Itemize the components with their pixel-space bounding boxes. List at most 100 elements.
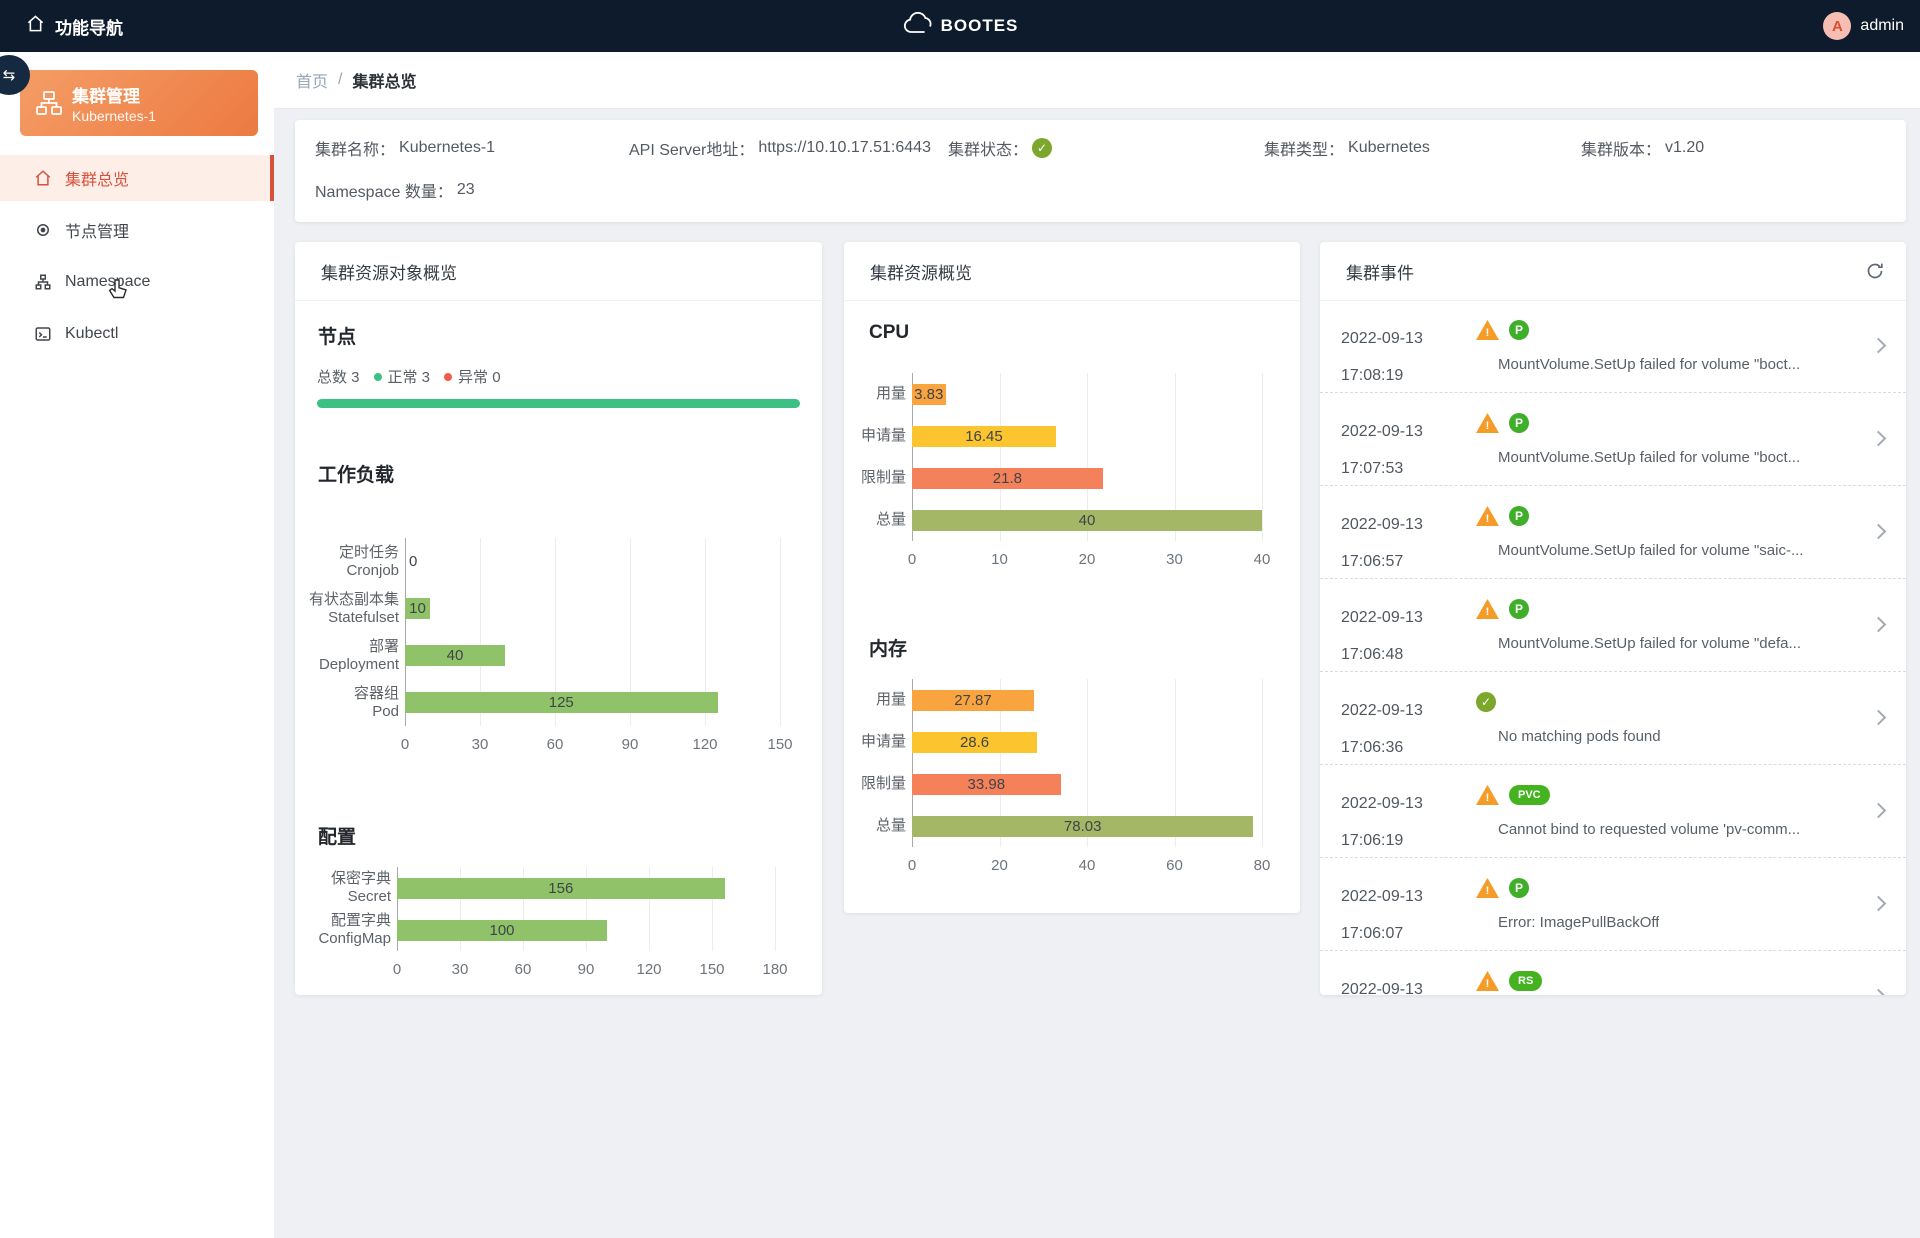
- event-badges: !P: [1476, 320, 1529, 340]
- chevron-right-icon[interactable]: [1871, 710, 1887, 726]
- info-field-label: 集群类型：: [1264, 136, 1344, 160]
- chart-category-label: 用量: [844, 373, 906, 415]
- event-row[interactable]: 2022-09-1317:06:36✓No matching pods foun…: [1320, 672, 1906, 765]
- axis-tick-label: 0: [383, 736, 427, 753]
- info-field-0: 集群名称：Kubernetes-1: [315, 136, 495, 160]
- workload-chart: 0306090120150定时任务Cronjob0有状态副本集Statefuls…: [295, 538, 815, 778]
- event-timestamp: 2022-09-1317:07:53: [1341, 413, 1423, 487]
- info-field-5: Namespace 数量：23: [315, 178, 475, 202]
- avatar: A: [1823, 12, 1851, 40]
- axis-tick-label: 60: [501, 961, 545, 978]
- chevron-right-icon[interactable]: [1871, 617, 1887, 633]
- cluster-info-card: 集群名称：Kubernetes-1API Server地址：https://10…: [295, 120, 1906, 222]
- breadcrumb: 首页 / 集群总览: [274, 52, 1920, 109]
- refresh-icon[interactable]: [1866, 262, 1884, 285]
- breadcrumb-separator: /: [338, 71, 342, 89]
- axis-tick-label: 120: [627, 961, 671, 978]
- section-workload-title: 工作负载: [318, 460, 394, 487]
- event-row[interactable]: 2022-09-1317:05:34!RS: [1320, 951, 1906, 995]
- chart-category-label: 申请量: [844, 415, 906, 457]
- chevron-right-icon[interactable]: [1871, 803, 1887, 819]
- axis-tick-label: 0: [375, 961, 419, 978]
- axis-tick-label: 90: [564, 961, 608, 978]
- section-config-title: 配置: [318, 822, 356, 849]
- axis-tick-label: 0: [890, 551, 934, 568]
- event-row[interactable]: 2022-09-1317:08:19!PMountVolume.SetUp fa…: [1320, 300, 1906, 393]
- chevron-right-icon[interactable]: [1871, 989, 1887, 995]
- sidebar-item-namespace[interactable]: Namespace: [0, 259, 274, 305]
- breadcrumb-home[interactable]: 首页: [296, 68, 328, 92]
- event-row[interactable]: 2022-09-1317:06:57!PMountVolume.SetUp fa…: [1320, 486, 1906, 579]
- event-date: 2022-09-13: [1341, 320, 1423, 357]
- cluster-icon: [35, 89, 63, 122]
- event-timestamp: 2022-09-1317:06:36: [1341, 692, 1423, 766]
- info-field-label: 集群状态：: [948, 136, 1028, 160]
- event-row[interactable]: 2022-09-1317:07:53 !P MountVolume.SetUp fa…: [1320, 393, 1906, 486]
- sidebar-item-nodes[interactable]: 节点管理: [0, 207, 274, 253]
- terminal-icon: [34, 325, 52, 343]
- legend-text: 总数 3: [317, 366, 360, 387]
- node-health-bar: [317, 399, 800, 408]
- info-field-label: Namespace 数量：: [315, 178, 453, 202]
- chevron-right-icon[interactable]: [1871, 338, 1887, 354]
- axis-tick-label: 20: [978, 857, 1022, 874]
- event-message: Cannot bind to requested volume 'pv-comm…: [1498, 821, 1800, 838]
- chart-value-label: 78.03: [912, 816, 1253, 837]
- info-field-value: v1.20: [1665, 139, 1704, 157]
- event-timestamp: 2022-09-1317:06:57: [1341, 506, 1423, 580]
- sidebar: ⇆ 集群管理 Kubernetes-1 集群总览节点管理NamespaceKub…: [0, 52, 274, 1238]
- axis-tick-label: 30: [1153, 551, 1197, 568]
- event-time: 17:06:57: [1341, 543, 1423, 580]
- user-menu[interactable]: A admin: [1823, 0, 1904, 52]
- event-date: 2022-09-13: [1341, 971, 1423, 995]
- cluster-card-title: 集群管理: [72, 82, 140, 107]
- chart-value-label: 125: [405, 692, 718, 713]
- cluster-card-subtitle: Kubernetes-1: [72, 108, 156, 124]
- success-check-icon: ✓: [1476, 692, 1496, 712]
- legend-text: 正常 3: [388, 366, 431, 387]
- legend-text: 异常 0: [458, 366, 501, 387]
- event-date: 2022-09-13: [1341, 785, 1423, 822]
- chart-category-label: 总量: [844, 805, 906, 847]
- chart-gridline: [1262, 679, 1263, 847]
- chart-category-label: 保密字典Secret: [295, 867, 391, 909]
- sidebar-item-overview[interactable]: 集群总览: [0, 155, 274, 201]
- event-date: 2022-09-13: [1341, 599, 1423, 636]
- event-row[interactable]: 2022-09-1317:06:07!PError: ImagePullBack…: [1320, 858, 1906, 951]
- chevron-right-icon[interactable]: [1871, 896, 1887, 912]
- top-bar: 功能导航 BOOTES A admin: [0, 0, 1920, 52]
- node-legend: 总数 3 正常 3 异常 0: [317, 366, 501, 387]
- sidebar-item-label: 节点管理: [65, 218, 129, 242]
- panel-title: 集群资源概览: [844, 242, 1300, 301]
- chart-value-label: 33.98: [912, 774, 1061, 795]
- cluster-card[interactable]: 集群管理 Kubernetes-1: [20, 70, 258, 136]
- sidebar-item-label: Kubectl: [65, 325, 118, 343]
- event-time: 17:06:19: [1341, 822, 1423, 859]
- event-date: 2022-09-13: [1341, 878, 1423, 915]
- event-row[interactable]: 2022-09-1317:06:19!PVCCannot bind to req…: [1320, 765, 1906, 858]
- pod-badge: P: [1509, 320, 1529, 340]
- event-row[interactable]: 2022-09-1317:06:48!PMountVolume.SetUp fa…: [1320, 579, 1906, 672]
- axis-tick-label: 60: [1153, 857, 1197, 874]
- event-date: 2022-09-13: [1341, 413, 1423, 450]
- axis-tick-label: 90: [608, 736, 652, 753]
- warning-icon: !: [1476, 878, 1499, 898]
- section-cpu-title: CPU: [869, 322, 909, 344]
- info-field-value: https://10.10.17.51:6443: [758, 139, 931, 157]
- home-icon: [26, 14, 45, 38]
- nav-menu-button[interactable]: 功能导航: [26, 0, 123, 52]
- legend-item-2: 异常 0: [444, 366, 501, 387]
- legend-dot: [374, 373, 382, 381]
- info-field-value: 23: [457, 181, 475, 199]
- axis-tick-label: 30: [458, 736, 502, 753]
- info-field-value: Kubernetes: [1348, 139, 1430, 157]
- sidebar-item-kubectl[interactable]: Kubectl: [0, 311, 274, 357]
- chevron-right-icon[interactable]: [1871, 524, 1887, 540]
- chart-category-label: 定时任务Cronjob: [295, 538, 399, 585]
- event-badges: !P: [1476, 413, 1529, 433]
- event-badges: ✓: [1476, 692, 1496, 712]
- event-timestamp: 2022-09-1317:06:48: [1341, 599, 1423, 673]
- event-message: MountVolume.SetUp failed for volume "boc…: [1498, 449, 1800, 466]
- chevron-right-icon[interactable]: [1871, 431, 1887, 447]
- pod-badge: P: [1509, 878, 1529, 898]
